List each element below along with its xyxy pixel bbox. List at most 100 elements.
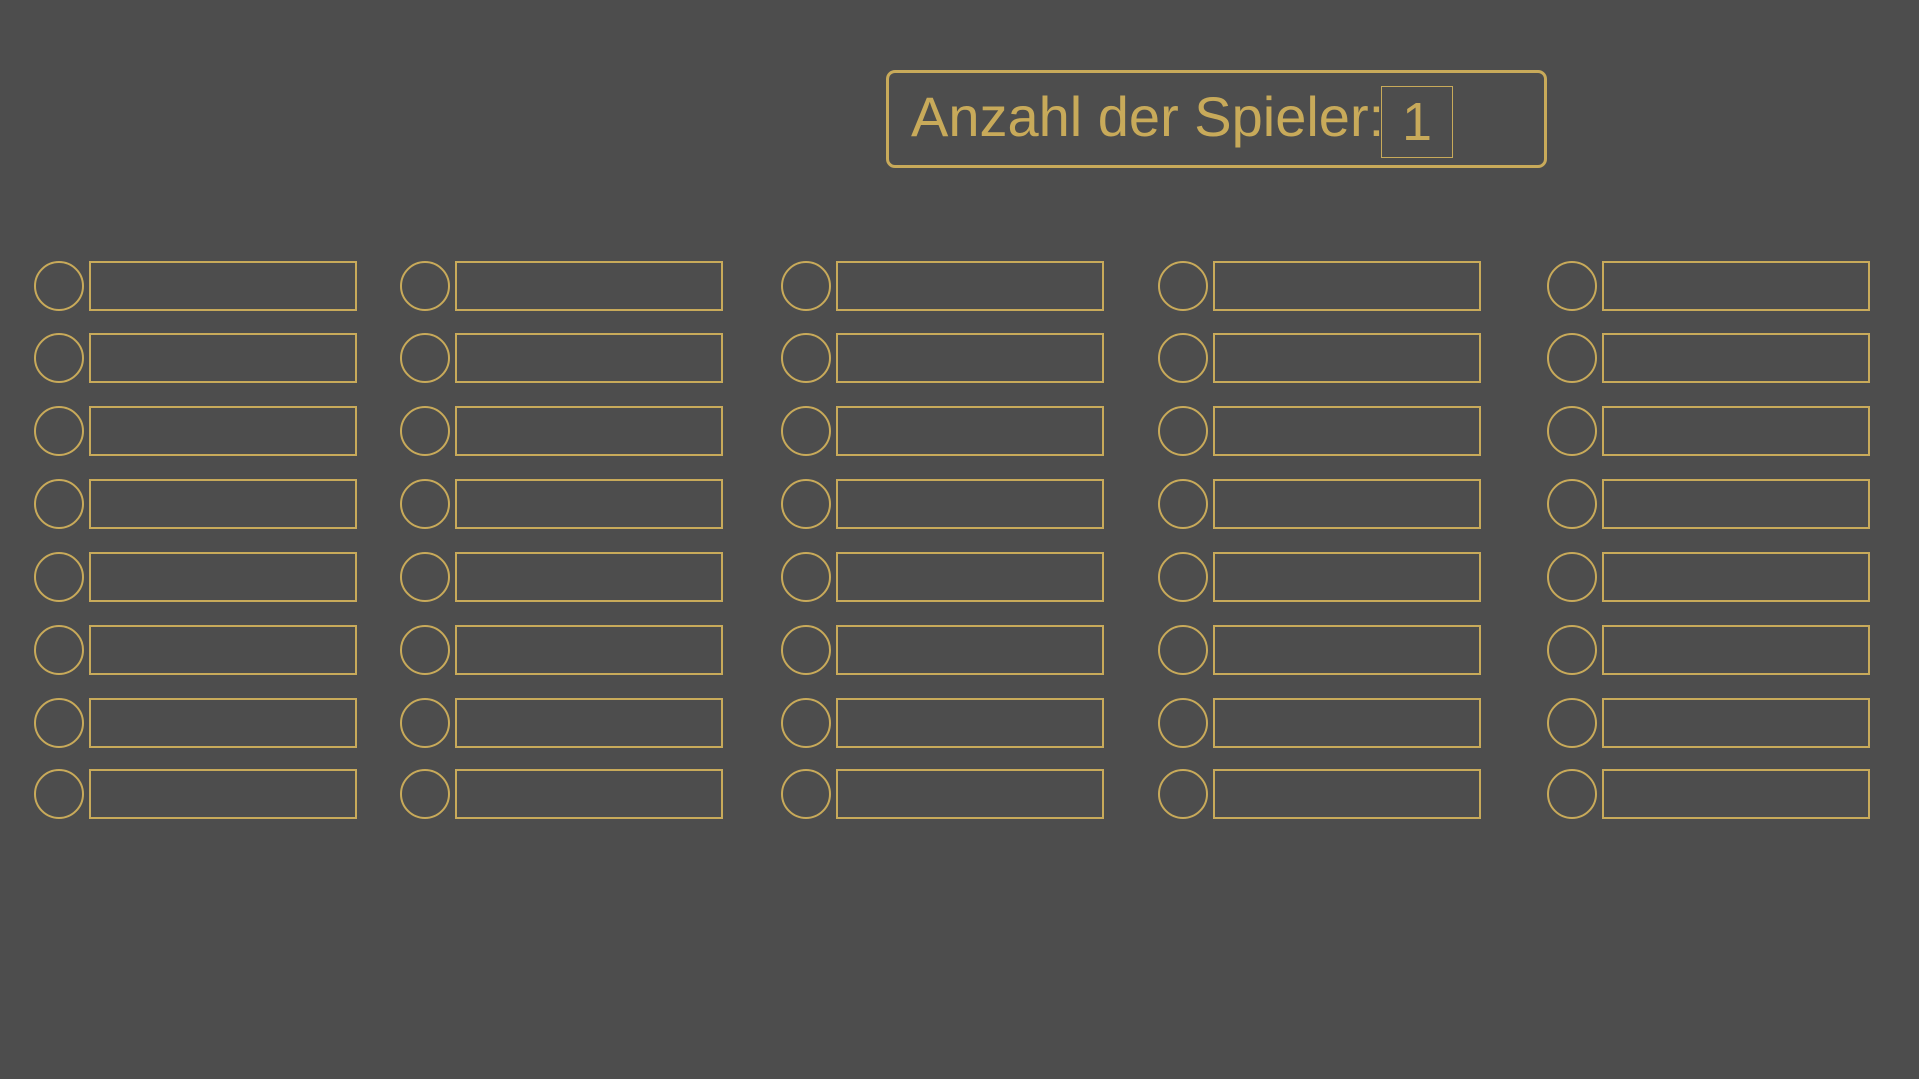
- player-name-field[interactable]: [836, 769, 1104, 819]
- player-select-radio[interactable]: [1547, 261, 1597, 311]
- player-name-field[interactable]: [455, 552, 723, 602]
- player-slot: [1547, 551, 1870, 603]
- player-name-field[interactable]: [1213, 769, 1481, 819]
- player-slot: [781, 551, 1104, 603]
- player-slot: [1158, 697, 1481, 749]
- player-select-radio[interactable]: [400, 406, 450, 456]
- player-slot: [1158, 332, 1481, 384]
- player-select-radio[interactable]: [34, 769, 84, 819]
- player-select-radio[interactable]: [1547, 625, 1597, 675]
- player-name-field[interactable]: [455, 769, 723, 819]
- player-select-radio[interactable]: [400, 333, 450, 383]
- player-name-field[interactable]: [836, 698, 1104, 748]
- player-select-radio[interactable]: [1547, 333, 1597, 383]
- player-slot: [34, 405, 357, 457]
- player-select-radio[interactable]: [781, 769, 831, 819]
- player-select-radio[interactable]: [34, 479, 84, 529]
- player-name-field[interactable]: [455, 333, 723, 383]
- player-select-radio[interactable]: [400, 552, 450, 602]
- player-slot: [781, 697, 1104, 749]
- player-name-field[interactable]: [836, 625, 1104, 675]
- player-slot: [1158, 478, 1481, 530]
- player-select-radio[interactable]: [34, 333, 84, 383]
- player-select-radio[interactable]: [1547, 769, 1597, 819]
- player-name-field[interactable]: [1602, 698, 1870, 748]
- player-slot: [1547, 260, 1870, 312]
- player-name-field[interactable]: [836, 479, 1104, 529]
- player-select-radio[interactable]: [1547, 406, 1597, 456]
- player-select-radio[interactable]: [781, 625, 831, 675]
- player-slot: [781, 260, 1104, 312]
- player-name-field[interactable]: [455, 625, 723, 675]
- player-name-field[interactable]: [1213, 333, 1481, 383]
- player-select-radio[interactable]: [1547, 552, 1597, 602]
- player-slot: [781, 332, 1104, 384]
- player-select-radio[interactable]: [1547, 479, 1597, 529]
- player-name-field[interactable]: [455, 261, 723, 311]
- player-name-field[interactable]: [836, 552, 1104, 602]
- player-name-field[interactable]: [836, 406, 1104, 456]
- player-name-field[interactable]: [1213, 406, 1481, 456]
- player-select-radio[interactable]: [1158, 625, 1208, 675]
- player-name-field[interactable]: [1602, 552, 1870, 602]
- player-slot: [1158, 260, 1481, 312]
- player-slot: [400, 624, 723, 676]
- player-slot: [34, 551, 357, 603]
- player-name-field[interactable]: [455, 698, 723, 748]
- player-select-radio[interactable]: [781, 333, 831, 383]
- player-select-radio[interactable]: [1158, 406, 1208, 456]
- player-name-field[interactable]: [836, 261, 1104, 311]
- player-select-radio[interactable]: [781, 698, 831, 748]
- player-name-field[interactable]: [89, 479, 357, 529]
- player-name-field[interactable]: [1602, 769, 1870, 819]
- player-slot: [400, 551, 723, 603]
- player-select-radio[interactable]: [400, 769, 450, 819]
- player-select-radio[interactable]: [781, 479, 831, 529]
- player-name-field[interactable]: [89, 552, 357, 602]
- player-name-field[interactable]: [1213, 552, 1481, 602]
- player-select-radio[interactable]: [781, 406, 831, 456]
- player-slot: [400, 768, 723, 820]
- player-select-radio[interactable]: [400, 625, 450, 675]
- player-name-field[interactable]: [455, 479, 723, 529]
- player-name-field[interactable]: [1213, 261, 1481, 311]
- player-select-radio[interactable]: [1158, 479, 1208, 529]
- player-name-field[interactable]: [1602, 333, 1870, 383]
- player-select-radio[interactable]: [34, 698, 84, 748]
- player-select-radio[interactable]: [1547, 698, 1597, 748]
- player-name-field[interactable]: [1213, 625, 1481, 675]
- player-select-radio[interactable]: [1158, 698, 1208, 748]
- player-select-radio[interactable]: [1158, 552, 1208, 602]
- player-select-radio[interactable]: [1158, 261, 1208, 311]
- player-select-radio[interactable]: [34, 261, 84, 311]
- player-select-radio[interactable]: [1158, 333, 1208, 383]
- player-name-field[interactable]: [89, 261, 357, 311]
- player-select-radio[interactable]: [34, 552, 84, 602]
- player-name-field[interactable]: [1213, 479, 1481, 529]
- player-name-field[interactable]: [1602, 406, 1870, 456]
- player-slot: [400, 478, 723, 530]
- player-select-radio[interactable]: [781, 552, 831, 602]
- player-slot: [400, 697, 723, 749]
- player-select-radio[interactable]: [781, 261, 831, 311]
- player-slot-grid: [0, 0, 1919, 1079]
- player-select-radio[interactable]: [400, 261, 450, 311]
- player-select-radio[interactable]: [400, 698, 450, 748]
- player-select-radio[interactable]: [1158, 769, 1208, 819]
- player-name-field[interactable]: [836, 333, 1104, 383]
- player-name-field[interactable]: [455, 406, 723, 456]
- player-select-radio[interactable]: [400, 479, 450, 529]
- player-name-field[interactable]: [89, 406, 357, 456]
- player-name-field[interactable]: [89, 333, 357, 383]
- player-name-field[interactable]: [1602, 625, 1870, 675]
- player-name-field[interactable]: [89, 625, 357, 675]
- player-slot: [1547, 478, 1870, 530]
- player-name-field[interactable]: [89, 769, 357, 819]
- player-name-field[interactable]: [1602, 261, 1870, 311]
- player-select-radio[interactable]: [34, 406, 84, 456]
- player-name-field[interactable]: [1602, 479, 1870, 529]
- player-name-field[interactable]: [1213, 698, 1481, 748]
- player-name-field[interactable]: [89, 698, 357, 748]
- player-select-radio[interactable]: [34, 625, 84, 675]
- player-slot: [1547, 405, 1870, 457]
